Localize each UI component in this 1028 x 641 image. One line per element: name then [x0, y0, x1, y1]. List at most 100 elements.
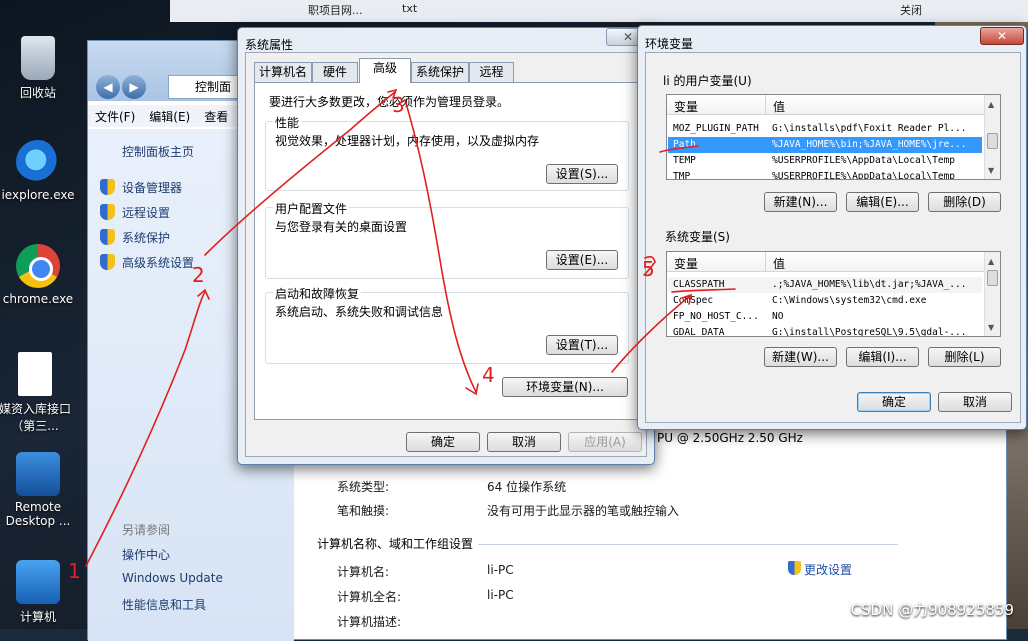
- system-properties-cancel-button[interactable]: 取消: [487, 432, 561, 452]
- scroll-up-icon[interactable]: ▲: [988, 100, 994, 109]
- list-item[interactable]: CLASSPATH .;%JAVA_HOME%\lib\dt.jar;%JAVA_…: [668, 277, 982, 293]
- scroll-up-icon[interactable]: ▲: [988, 257, 994, 266]
- watermark: CSDN @力908925859: [850, 601, 1014, 619]
- change-settings-link[interactable]: 更改设置: [804, 561, 852, 578]
- startup-recovery-settings-button[interactable]: 设置(T)...: [546, 335, 618, 355]
- system-properties-ok-button[interactable]: 确定: [406, 432, 480, 452]
- scroll-thumb[interactable]: [987, 270, 998, 286]
- desktop-icon-label: Remote Desktop ...: [5, 500, 71, 528]
- desktop-icon-computer[interactable]: 计算机: [0, 560, 81, 625]
- menu-edit[interactable]: 编辑(E): [142, 105, 197, 128]
- control-panel-home-link[interactable]: 控制面板主页: [122, 143, 194, 160]
- var-name: FP_NO_HOST_C...: [673, 311, 759, 322]
- startup-recovery-title: 启动和故障恢复: [273, 285, 362, 302]
- scroll-down-icon[interactable]: ▼: [988, 323, 994, 332]
- var-name: GDAL_DATA: [673, 327, 725, 337]
- desktop-icon-chrome[interactable]: chrome.exe: [0, 244, 81, 306]
- computer-description-label: 计算机描述:: [337, 615, 402, 629]
- var-name: ComSpec: [673, 295, 714, 306]
- system-variables-heading: 系统变量(S): [665, 230, 730, 244]
- var-value: G:\installs\pdf\Foxit Reader Pl...: [772, 123, 967, 134]
- var-value: G:\install\PostgreSQL\9.5\gdal-...: [772, 327, 967, 337]
- var-value: %USERPROFILE%\AppData\Local\Temp: [772, 171, 956, 180]
- document-icon: [18, 352, 52, 396]
- close-icon[interactable]: ✕: [980, 27, 1024, 45]
- remote-settings-link[interactable]: 远程设置: [122, 204, 170, 221]
- menu-file[interactable]: 文件(F): [88, 105, 142, 128]
- user-delete-button[interactable]: 删除(D): [928, 192, 1001, 212]
- list-item[interactable]: TEMP %USERPROFILE%\AppData\Local\Temp: [668, 153, 982, 169]
- list-item[interactable]: MOZ_PLUGIN_PATH G:\installs\pdf\Foxit Rea…: [668, 121, 982, 137]
- device-manager-link[interactable]: 设备管理器: [122, 179, 182, 196]
- system-delete-button[interactable]: 删除(L): [928, 347, 1001, 367]
- system-properties-apply-button[interactable]: 应用(A): [568, 432, 642, 452]
- user-profiles-settings-button[interactable]: 设置(E)...: [546, 250, 618, 270]
- scroll-thumb[interactable]: [987, 133, 998, 149]
- user-profiles-desc: 与您登录有关的桌面设置: [275, 220, 408, 234]
- column-value[interactable]: 值: [773, 255, 785, 272]
- tab-computer-name[interactable]: 计算机名: [254, 62, 312, 82]
- dialog-title: 系统属性: [245, 38, 294, 52]
- column-variable[interactable]: 变量: [674, 98, 698, 115]
- desktop-icon-remote-desktop[interactable]: Remote Desktop ...: [0, 452, 81, 528]
- tab-hardware[interactable]: 硬件: [312, 62, 358, 82]
- shield-icon: [100, 204, 115, 220]
- pen-touch-label: 笔和触摸:: [337, 504, 390, 518]
- background-window-strip: 职项目网... txt 关闭: [170, 0, 1028, 22]
- action-center-link[interactable]: 操作中心: [122, 546, 170, 563]
- back-button[interactable]: ◀: [96, 75, 120, 99]
- tab-advanced[interactable]: 高级: [359, 58, 411, 83]
- computer-name-label: 计算机名:: [337, 565, 390, 579]
- advanced-system-settings-link[interactable]: 高级系统设置: [122, 254, 194, 271]
- var-name: TEMP: [673, 155, 696, 166]
- nav-buttons: ◀ ▶: [96, 75, 148, 99]
- user-edit-button[interactable]: 编辑(E)...: [846, 192, 919, 212]
- desktop-icon-recycle-bin[interactable]: 回收站: [0, 36, 81, 101]
- system-variables-list[interactable]: 变量 值 CLASSPATH .;%JAVA_HOME%\lib\dt.jar;%…: [666, 251, 1001, 337]
- performance-tools-link[interactable]: 性能信息和工具: [122, 596, 206, 613]
- startup-recovery-desc: 系统启动、系统失败和调试信息: [275, 305, 444, 319]
- computer-name-section-title: 计算机名称、域和工作组设置: [317, 537, 474, 551]
- shield-icon: [100, 179, 115, 195]
- list-item[interactable]: FP_NO_HOST_C... NO: [668, 309, 982, 325]
- tab-remote[interactable]: 远程: [469, 62, 514, 82]
- list-item-selected[interactable]: Path %JAVA_HOME%\bin;%JAVA_HOME%\jre...: [668, 137, 982, 153]
- environment-variables-button[interactable]: 环境变量(N)...: [502, 377, 628, 397]
- desktop-icon-label: 媒资入库接口（第三...: [0, 402, 71, 433]
- list-item[interactable]: TMP %USERPROFILE%\AppData\Local\Temp: [668, 169, 982, 180]
- user-variables-list[interactable]: 变量 值 MOZ_PLUGIN_PATH G:\installs\pdf\Foxi…: [666, 94, 1001, 180]
- performance-title: 性能: [273, 114, 302, 131]
- var-value: %USERPROFILE%\AppData\Local\Temp: [772, 155, 956, 166]
- env-cancel-button[interactable]: 取消: [938, 392, 1012, 412]
- system-type-label: 系统类型:: [337, 480, 390, 494]
- system-type-value: 64 位操作系统: [487, 480, 567, 494]
- user-profiles-title: 用户配置文件: [273, 200, 350, 217]
- var-value: %JAVA_HOME%\bin;%JAVA_HOME%\jre...: [772, 139, 967, 150]
- bg-tab-label: txt: [402, 2, 418, 15]
- system-new-button[interactable]: 新建(W)...: [764, 347, 837, 367]
- column-value[interactable]: 值: [773, 98, 785, 115]
- list-item[interactable]: GDAL_DATA G:\install\PostgreSQL\9.5\gdal-…: [668, 325, 982, 337]
- env-ok-button[interactable]: 确定: [857, 392, 931, 412]
- list-item[interactable]: ComSpec C:\Windows\system32\cmd.exe: [668, 293, 982, 309]
- user-list-scrollbar[interactable]: ▲ ▼: [984, 95, 1000, 179]
- system-edit-button[interactable]: 编辑(I)...: [846, 347, 919, 367]
- section-divider: [478, 544, 898, 545]
- tab-system-protection[interactable]: 系统保护: [411, 62, 469, 82]
- windows-update-link[interactable]: Windows Update: [122, 571, 223, 585]
- performance-settings-button[interactable]: 设置(S)...: [546, 164, 618, 184]
- dialog-title: 环境变量: [645, 37, 694, 51]
- forward-button[interactable]: ▶: [122, 75, 146, 99]
- menu-view[interactable]: 查看: [197, 105, 235, 128]
- column-variable[interactable]: 变量: [674, 255, 698, 272]
- admin-note: 要进行大多数更改，您必须作为管理员登录。: [269, 95, 510, 109]
- desktop-icon-document[interactable]: 媒资入库接口（第三...: [0, 352, 75, 434]
- desktop-icon-iexplore[interactable]: iexplore.exe: [0, 140, 81, 202]
- user-variables-heading: li 的用户变量(U): [663, 74, 752, 88]
- scroll-down-icon[interactable]: ▼: [988, 166, 994, 175]
- system-protection-link[interactable]: 系统保护: [122, 229, 170, 246]
- system-list-scrollbar[interactable]: ▲ ▼: [984, 252, 1000, 336]
- var-name: CLASSPATH: [673, 279, 725, 290]
- full-computer-name-value: li-PC: [487, 588, 514, 602]
- user-new-button[interactable]: 新建(N)...: [764, 192, 837, 212]
